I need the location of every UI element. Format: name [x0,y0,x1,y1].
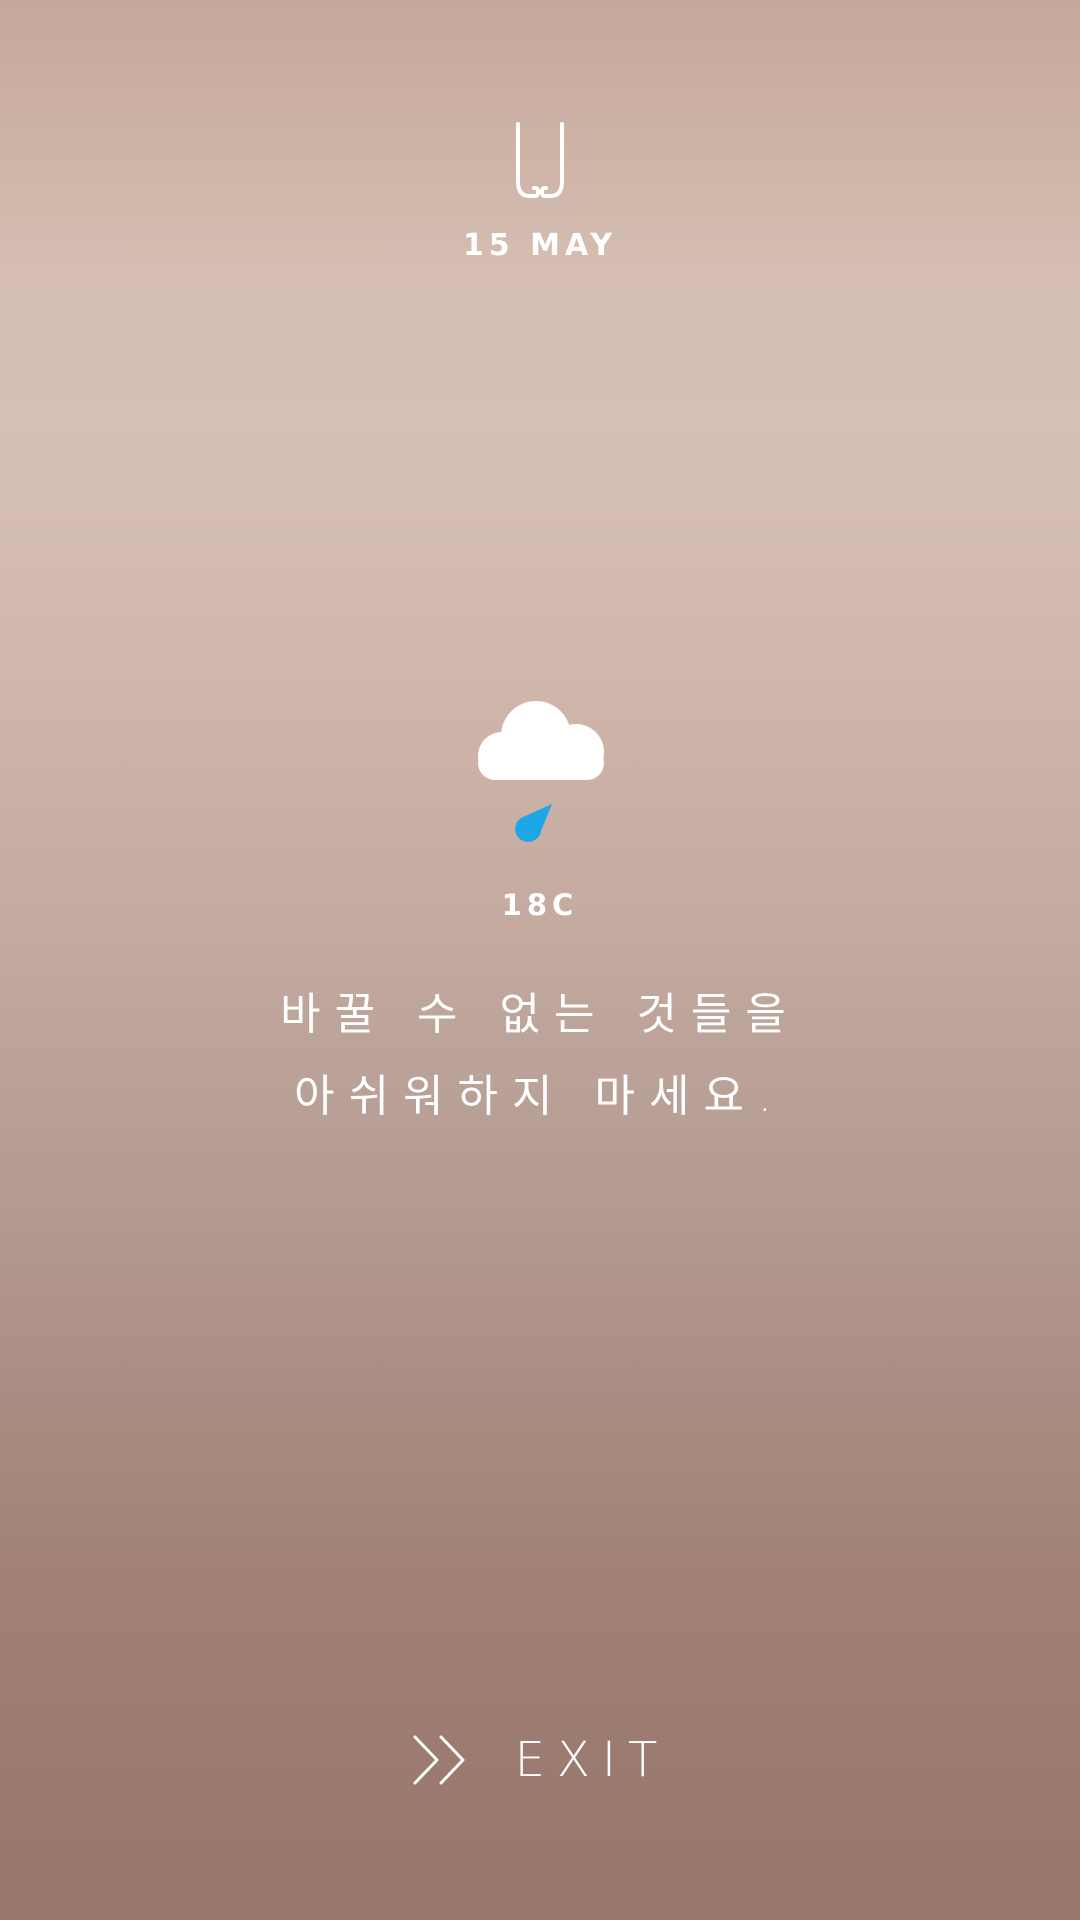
temperature-label: 18C [501,888,579,922]
quote-line-2: 아쉬워하지 마세요. [294,1071,786,1122]
u-logo-icon [516,122,564,198]
quote-line-1: 바꿀 수 없는 것들을 [280,989,800,1040]
exit-label: EXIT [514,1732,670,1788]
quote-text: 바꿀 수 없는 것들을 아쉬워하지 마세요. [0,974,1080,1138]
exit-button[interactable]: EXIT [0,1732,1080,1788]
double-chevron-right-icon [413,1735,465,1785]
weather-icon-container [0,696,1080,846]
rain-drop-icon [515,804,552,842]
cloud-rain-icon [478,701,604,842]
date-label: 15 MAY [462,228,618,263]
app-logo [0,120,1080,202]
